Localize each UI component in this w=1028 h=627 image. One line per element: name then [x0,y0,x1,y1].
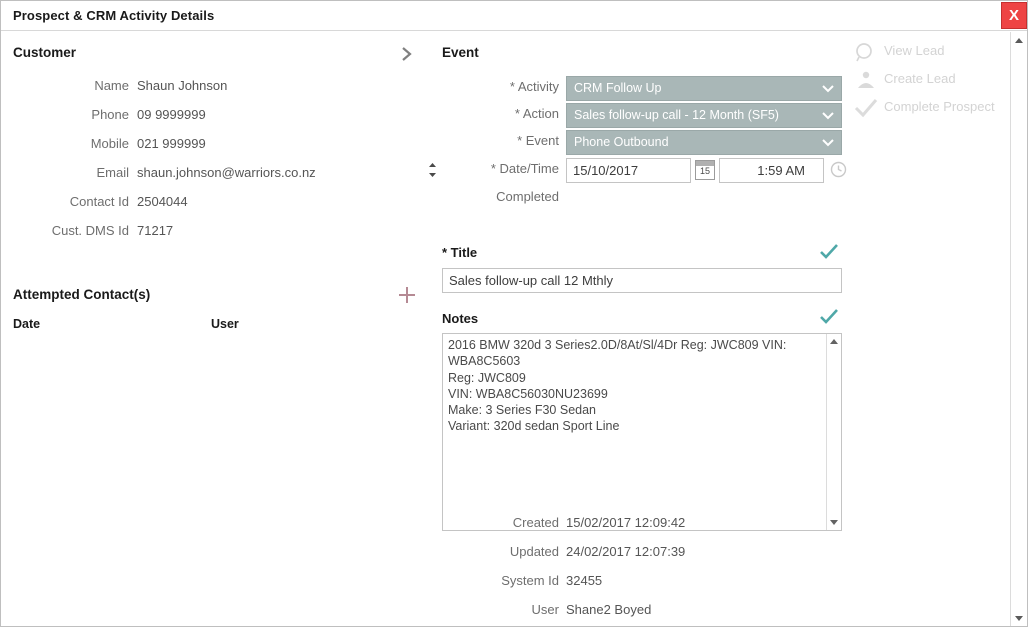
calendar-day: 15 [696,165,714,178]
page-scroll-down-icon[interactable] [1015,616,1023,621]
customer-field-name: Name Shaun Johnson [1,78,421,107]
event-type-label: * Event [442,133,559,148]
create-lead-label: Create Lead [884,71,956,86]
customer-field-contact-id: Contact Id 2504044 [1,194,421,223]
scroll-down-icon[interactable] [830,520,838,525]
page-scroll-up-icon[interactable] [1015,38,1023,43]
field-value: 09 9999999 [137,107,206,122]
column-header-date: Date [13,317,40,331]
meta-label: System Id [442,573,559,588]
meta-value: Shane2 Boyed [566,602,651,617]
calendar-icon[interactable]: 15 [695,160,715,180]
check-icon [854,97,878,119]
event-type-value: Phone Outbound [574,135,669,149]
person-icon [854,69,878,91]
date-input[interactable]: 15/10/2017 [566,158,691,183]
column-header-user: User [211,317,239,331]
field-label: Email [1,165,129,180]
activity-dropdown[interactable]: CRM Follow Up [566,76,842,101]
dialog-titlebar: Prospect & CRM Activity Details X [1,1,1028,31]
title-check-icon[interactable] [820,244,838,260]
field-value: 2504044 [137,194,188,209]
close-button[interactable]: X [1001,2,1027,29]
datetime-label: * Date/Time [442,161,559,176]
dialog-content: Customer Name Shaun Johnson Phone 09 999… [1,32,1011,627]
field-value: Shaun Johnson [137,78,227,93]
time-input[interactable]: 1:59 AM [719,158,824,183]
title-block-label: * Title [442,245,477,260]
field-label: Cust. DMS Id [1,223,129,238]
meta-label: User [442,602,559,617]
field-value: shaun.johnson@warriors.co.nz [137,165,316,180]
meta-label: Updated [442,544,559,559]
add-attempted-contact-icon[interactable] [399,287,415,303]
title-input[interactable]: Sales follow-up call 12 Mthly [442,268,842,293]
meta-label: Created [442,515,559,530]
field-label: Phone [1,107,129,122]
meta-value: 15/02/2017 12:09:42 [566,515,685,530]
action-dropdown[interactable]: Sales follow-up call - 12 Month (SF5) [566,103,842,128]
attempted-contacts-heading: Attempted Contact(s) [13,287,150,302]
customer-field-phone: Phone 09 9999999 [1,107,421,136]
notes-textarea[interactable]: 2016 BMW 320d 3 Series2.0D/8At/Sl/4Dr Re… [442,333,842,531]
view-lead-label: View Lead [884,43,944,58]
event-heading: Event [442,45,479,60]
chevron-down-icon [822,139,834,147]
magnifier-icon [854,41,878,63]
chevron-down-icon [822,112,834,120]
activity-value: CRM Follow Up [574,81,662,95]
field-label: Contact Id [1,194,129,209]
meta-value: 24/02/2017 12:07:39 [566,544,685,559]
customer-field-email: Email shaun.johnson@warriors.co.nz [1,165,421,194]
action-value: Sales follow-up call - 12 Month (SF5) [574,108,779,122]
prospect-crm-activity-dialog: Prospect & CRM Activity Details X Custom… [0,0,1028,627]
action-label: * Action [442,106,559,121]
field-value: 021 999999 [137,136,206,151]
time-stepper[interactable] [428,162,437,178]
notes-scrollbar[interactable] [826,334,841,530]
complete-prospect-label: Complete Prospect [884,99,995,114]
notes-check-icon[interactable] [820,309,838,325]
field-label: Name [1,78,129,93]
customer-heading: Customer [13,45,76,60]
meta-value: 32455 [566,573,602,588]
field-label: Mobile [1,136,129,151]
clock-icon[interactable] [830,161,847,178]
dialog-title: Prospect & CRM Activity Details [13,8,214,23]
event-type-dropdown[interactable]: Phone Outbound [566,130,842,155]
field-value: 71217 [137,223,173,238]
completed-label: Completed [442,189,559,204]
chevron-right-icon[interactable] [399,45,415,63]
chevron-down-icon [822,85,834,93]
page-scrollbar[interactable] [1010,32,1027,627]
customer-field-mobile: Mobile 021 999999 [1,136,421,165]
notes-block-label: Notes [442,311,478,326]
customer-field-cust-dms-id: Cust. DMS Id 71217 [1,223,421,252]
scroll-up-icon[interactable] [830,339,838,344]
notes-text: 2016 BMW 320d 3 Series2.0D/8At/Sl/4Dr Re… [448,337,820,435]
activity-label: * Activity [442,79,559,94]
